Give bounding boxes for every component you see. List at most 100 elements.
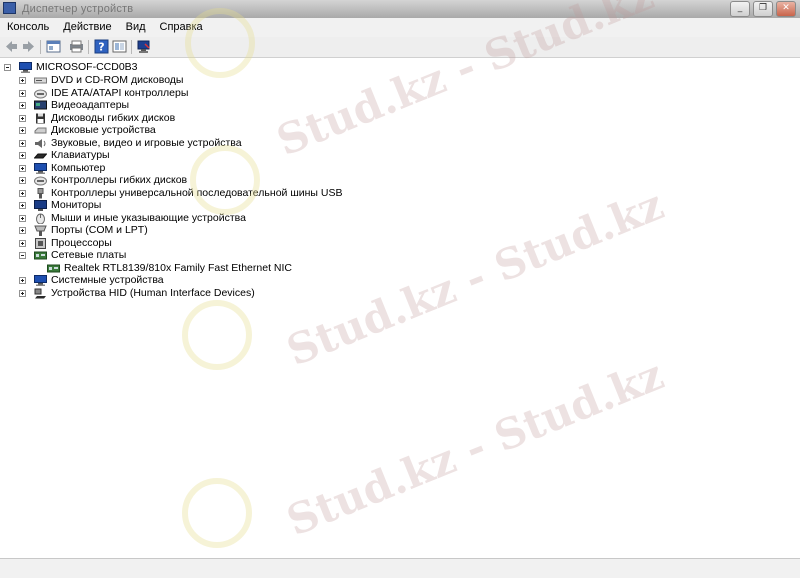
tree-item-label: Контроллеры гибких дисков <box>51 174 188 186</box>
hid-icon <box>34 288 47 299</box>
keyboard-icon <box>33 150 48 161</box>
print-icon[interactable] <box>69 39 84 54</box>
tree-item-disk[interactable]: Дисковые устройства <box>19 124 156 136</box>
device-tree: MICROSOF-CCD0B3 DVD и CD-ROM дисководы I… <box>0 58 800 558</box>
expand-toggle-icon[interactable] <box>19 76 26 84</box>
expand-toggle-icon[interactable] <box>19 226 26 234</box>
computer-icon <box>19 61 32 73</box>
tree-item-hid[interactable]: Устройства HID (Human Interface Devices) <box>19 287 255 299</box>
tree-item-ports[interactable]: Порты (COM и LPT) <box>19 224 148 236</box>
tree-item-label: Устройства HID (Human Interface Devices) <box>51 287 255 299</box>
title-bar: Диспетчер устройств _ ❐ ✕ <box>0 0 800 19</box>
expand-toggle-icon[interactable] <box>19 276 26 284</box>
scan-hardware-icon[interactable] <box>136 39 151 54</box>
expand-toggle-icon[interactable] <box>19 139 26 147</box>
tree-item-network[interactable]: Сетевые платы <box>19 249 126 261</box>
menu-help[interactable]: Справка <box>153 18 210 37</box>
network-adapter-icon <box>34 250 47 261</box>
window-controls: _ ❐ ✕ <box>730 1 796 17</box>
ide-controller-icon <box>34 88 47 99</box>
expand-toggle-icon[interactable] <box>19 289 26 297</box>
tree-item-floppy[interactable]: Дисководы гибких дисков <box>19 112 175 124</box>
expand-toggle-icon[interactable] <box>19 151 26 159</box>
tree-item-mice[interactable]: Мыши и иные указывающие устройства <box>19 212 246 224</box>
disk-icon <box>34 125 47 136</box>
tree-item-dvd[interactable]: DVD и CD-ROM дисководы <box>19 74 183 86</box>
expand-toggle-icon[interactable] <box>19 89 26 97</box>
display-adapter-icon <box>34 100 47 111</box>
expand-toggle-icon[interactable] <box>19 189 26 197</box>
processor-icon <box>34 237 47 249</box>
network-card-icon <box>47 263 60 274</box>
tree-item-monitors[interactable]: Мониторы <box>19 199 101 211</box>
tree-item-floppy-controllers[interactable]: Контроллеры гибких дисков <box>19 174 187 186</box>
back-icon[interactable] <box>4 39 19 54</box>
sound-icon <box>34 138 47 149</box>
tree-item-label: Сетевые платы <box>51 249 127 261</box>
cdrom-icon <box>34 75 47 86</box>
tree-item-label: Дисковые устройства <box>51 124 156 136</box>
tree-root-label: MICROSOF-CCD0B3 <box>36 61 138 73</box>
device-manager-icon <box>3 2 16 14</box>
tree-item-label: Компьютер <box>51 162 106 174</box>
status-bar <box>0 558 800 578</box>
monitor-icon <box>34 199 47 211</box>
close-button[interactable]: ✕ <box>776 1 796 17</box>
tree-item-label: Мониторы <box>51 199 102 211</box>
tree-item-keyboard[interactable]: Клавиатуры <box>19 149 110 161</box>
tree-item-computer[interactable]: Компьютер <box>19 162 105 174</box>
floppy-icon <box>34 113 47 124</box>
toolbar-separator <box>40 40 41 54</box>
toolbar-separator <box>131 40 132 54</box>
menu-console[interactable]: Консоль <box>0 18 56 37</box>
maximize-button[interactable]: ❐ <box>753 1 773 17</box>
tree-item-video[interactable]: Видеоадаптеры <box>19 99 129 111</box>
expand-toggle-icon[interactable] <box>19 201 26 209</box>
system-device-icon <box>34 274 47 286</box>
tree-item-label: Системные устройства <box>51 274 164 286</box>
tree-item-system[interactable]: Системные устройства <box>19 274 164 286</box>
tree-item-label: Звуковые, видео и игровые устройства <box>51 137 242 149</box>
expand-toggle-icon[interactable] <box>19 164 26 172</box>
forward-icon[interactable] <box>21 39 36 54</box>
svg-text:?: ? <box>98 41 104 54</box>
toolbar-separator <box>88 40 89 54</box>
floppy-controller-icon <box>34 175 47 186</box>
usb-icon <box>34 187 47 199</box>
expand-toggle-icon[interactable] <box>19 176 26 184</box>
expand-toggle-icon[interactable] <box>19 239 26 247</box>
expand-toggle-icon[interactable] <box>19 101 26 109</box>
toolbar: ? <box>0 37 800 58</box>
tree-item-sound[interactable]: Звуковые, видео и игровые устройства <box>19 137 242 149</box>
tree-item-label: Realtek RTL8139/810x Family Fast Etherne… <box>64 262 292 274</box>
tree-item-ide[interactable]: IDE ATA/ATAPI контроллеры <box>19 87 188 99</box>
collapse-toggle-icon[interactable] <box>19 251 26 259</box>
menu-bar: Консоль Действие Вид Справка <box>0 18 800 38</box>
tree-item-label: Процессоры <box>51 237 112 249</box>
tree-item-label: Клавиатуры <box>51 149 110 161</box>
properties-icon[interactable] <box>112 39 127 54</box>
tree-item-label: Мыши и иные указывающие устройства <box>51 212 246 224</box>
menu-view[interactable]: Вид <box>119 18 153 37</box>
collapse-toggle-icon[interactable] <box>4 63 11 71</box>
menu-action[interactable]: Действие <box>56 18 118 37</box>
tree-item-label: DVD и CD-ROM дисководы <box>51 74 184 86</box>
tree-item-network-card[interactable]: Realtek RTL8139/810x Family Fast Etherne… <box>47 262 292 274</box>
window-title: Диспетчер устройств <box>22 3 134 15</box>
tree-item-usb[interactable]: Контроллеры универсальной последовательн… <box>19 187 342 199</box>
tree-item-label: Видеоадаптеры <box>51 99 130 111</box>
help-icon[interactable]: ? <box>94 39 109 54</box>
tree-item-label: Порты (COM и LPT) <box>51 224 148 236</box>
console-tree-icon[interactable] <box>46 39 61 54</box>
expand-toggle-icon[interactable] <box>19 214 26 222</box>
port-icon <box>34 225 47 236</box>
tree-item-label: Дисководы гибких дисков <box>51 112 176 124</box>
expand-toggle-icon[interactable] <box>19 126 26 134</box>
tree-item-label: IDE ATA/ATAPI контроллеры <box>51 87 189 99</box>
minimize-button[interactable]: _ <box>730 1 750 17</box>
tree-item-label: Контроллеры универсальной последовательн… <box>51 187 343 199</box>
computer-icon <box>34 162 47 174</box>
tree-root[interactable]: MICROSOF-CCD0B3 <box>4 61 138 73</box>
expand-toggle-icon[interactable] <box>19 114 26 122</box>
tree-item-processors[interactable]: Процессоры <box>19 237 112 249</box>
